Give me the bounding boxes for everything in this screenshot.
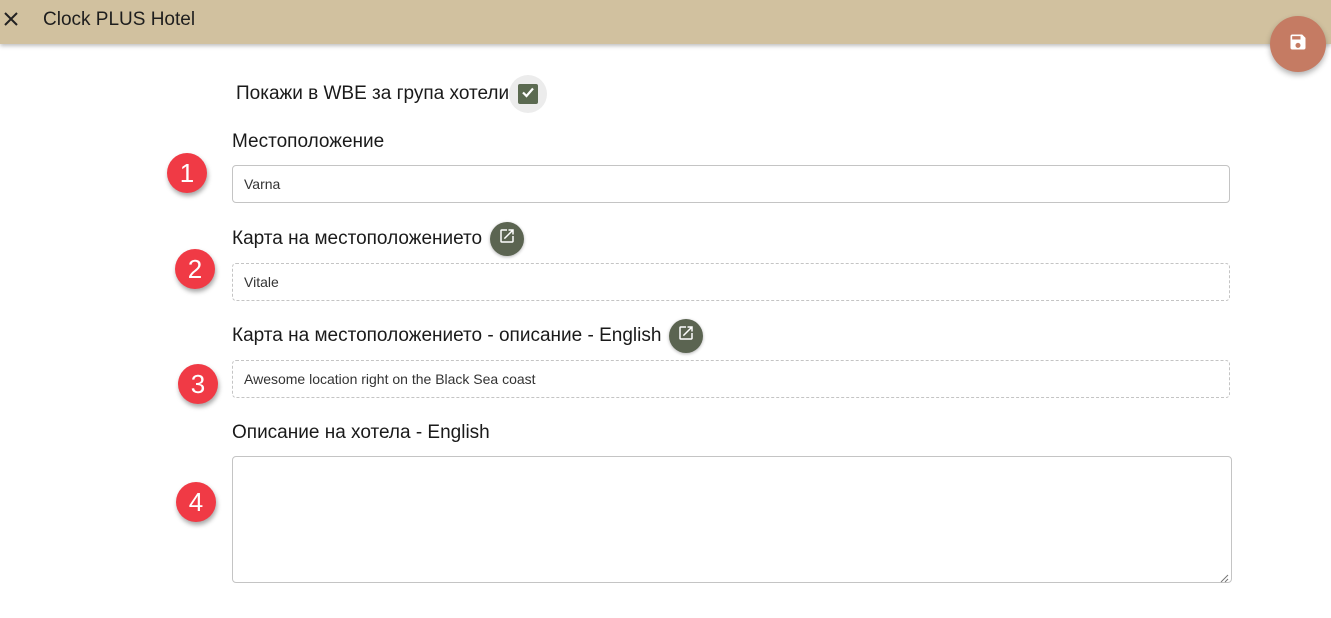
hotel-description-textarea[interactable] (232, 456, 1232, 583)
close-icon (3, 11, 19, 32)
annotation-badge-3: 3 (178, 364, 218, 404)
location-map-description-label-text: Карта на местоположението - описание - E… (232, 325, 662, 346)
location-map-description-label: Карта на местоположението - описание - E… (232, 318, 704, 354)
location-map-description-input[interactable]: Awesome location right on the Black Sea … (232, 360, 1230, 398)
save-button[interactable] (1270, 16, 1326, 72)
location-map-input-value: Vitale (244, 274, 279, 290)
save-floppy-icon (1288, 32, 1308, 57)
annotation-badge-1: 1 (167, 153, 207, 193)
resize-grip-icon[interactable] (1219, 570, 1229, 583)
annotation-badge-4: 4 (176, 482, 216, 522)
show-in-wbe-checkbox-halo (509, 75, 548, 113)
location-map-description-open-button[interactable] (669, 319, 704, 353)
location-map-open-button[interactable] (490, 222, 525, 256)
location-label-text: Местоположение (232, 131, 385, 152)
location-map-label: Карта на местоположението (232, 221, 525, 257)
open-external-icon (677, 324, 695, 348)
hotel-description-label-text: Описание на хотела - English (232, 422, 490, 443)
app-header: Clock PLUS Hotel (0, 0, 1331, 44)
show-in-wbe-label: Покажи в WBE за група хотели (236, 83, 510, 104)
location-map-label-text: Карта на местоположението (232, 228, 483, 249)
hotel-description-label: Описание на хотела - English (232, 420, 490, 446)
checkmark-icon (520, 84, 536, 105)
location-label: Местоположение (232, 129, 384, 155)
location-input-value: Varna (244, 176, 281, 192)
app-title: Clock PLUS Hotel (43, 9, 196, 30)
show-in-wbe-row: Покажи в WBE за група хотели (236, 75, 548, 113)
open-external-icon (498, 227, 516, 251)
location-map-input[interactable]: Vitale (232, 263, 1230, 301)
show-in-wbe-checkbox[interactable] (518, 84, 539, 105)
close-button[interactable] (0, 7, 22, 35)
location-map-description-input-value: Awesome location right on the Black Sea … (244, 371, 536, 387)
annotation-badge-2: 2 (175, 249, 215, 289)
location-input[interactable]: Varna (232, 165, 1230, 203)
